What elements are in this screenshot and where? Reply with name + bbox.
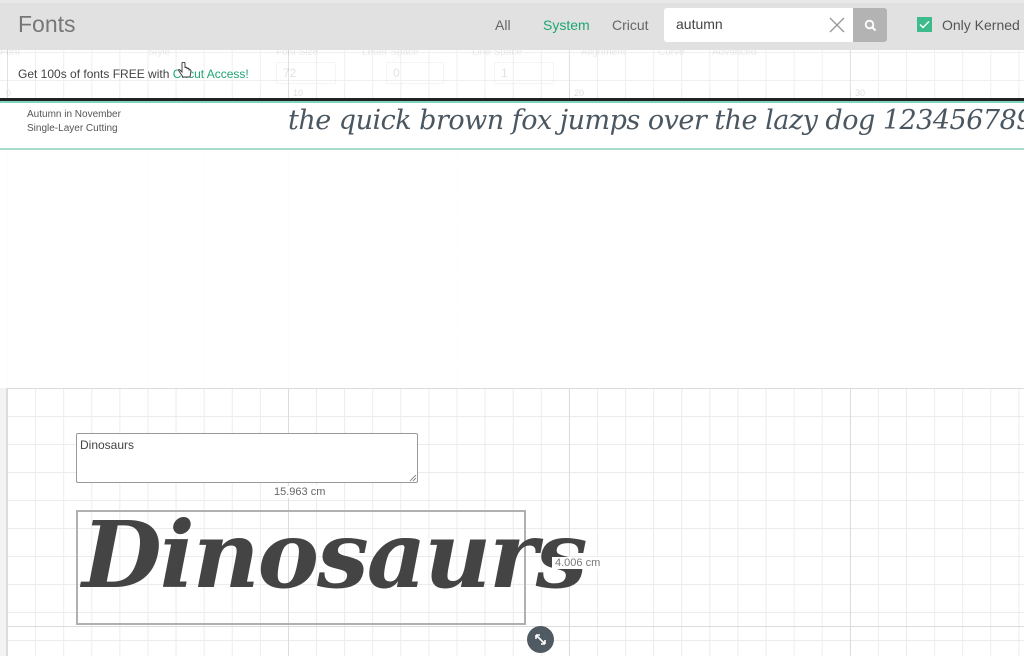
hand-cursor-icon: [178, 62, 192, 78]
search-icon: [864, 19, 876, 31]
font-search-input[interactable]: [676, 16, 816, 32]
clear-icon[interactable]: [828, 16, 846, 34]
textarea-resize-grip-icon[interactable]: [408, 473, 417, 482]
height-dimension: 4.006 cm: [552, 557, 604, 569]
text-edit-box[interactable]: Dinosaurs: [76, 433, 418, 483]
resize-handle[interactable]: [527, 626, 554, 653]
ruler-tick: 0: [6, 88, 12, 98]
resize-arrows-icon: [535, 634, 546, 645]
promo-text: Get 100s of fonts FREE with: [18, 67, 173, 81]
font-name: Autumn in November: [27, 109, 121, 120]
checkmark-icon: [919, 21, 930, 29]
ruler-tick: 10: [293, 88, 304, 98]
search-button[interactable]: [853, 8, 887, 42]
ruler-tick: 30: [855, 88, 866, 98]
ruler-tick: 20: [574, 88, 585, 98]
font-size-field[interactable]: 72: [276, 62, 336, 84]
only-kerned-checkbox[interactable]: [917, 17, 932, 32]
search-box: [664, 8, 854, 42]
panel-title: Fonts: [18, 11, 76, 37]
fonts-header: Fonts All System Cricut Only Kerned F: [0, 0, 1024, 50]
width-dimension: 15.963 cm: [273, 486, 327, 498]
font-type: Single-Layer Cutting: [27, 123, 118, 134]
design-text-object[interactable]: Dinosaurs: [82, 498, 588, 613]
filter-system[interactable]: System: [543, 17, 590, 33]
font-preview: the quick brown fox jumps over the lazy …: [288, 105, 1024, 136]
left-ruler: [0, 388, 7, 656]
header-strip: [0, 0, 1024, 3]
design-space: Font Style Font Size Letter Space Line S…: [0, 0, 1024, 656]
font-result-row[interactable]: Autumn in November Single-Layer Cutting …: [0, 98, 1024, 150]
letter-space-field[interactable]: 0: [386, 62, 444, 84]
only-kerned-label: Only Kerned F: [942, 17, 1024, 33]
filter-all[interactable]: All: [495, 17, 511, 33]
filter-cricut[interactable]: Cricut: [612, 17, 649, 33]
line-space-field[interactable]: 1: [494, 62, 554, 84]
promo-banner: Get 100s of fonts FREE with Cricut Acces…: [18, 67, 249, 81]
modal-backdrop: [0, 148, 1024, 388]
